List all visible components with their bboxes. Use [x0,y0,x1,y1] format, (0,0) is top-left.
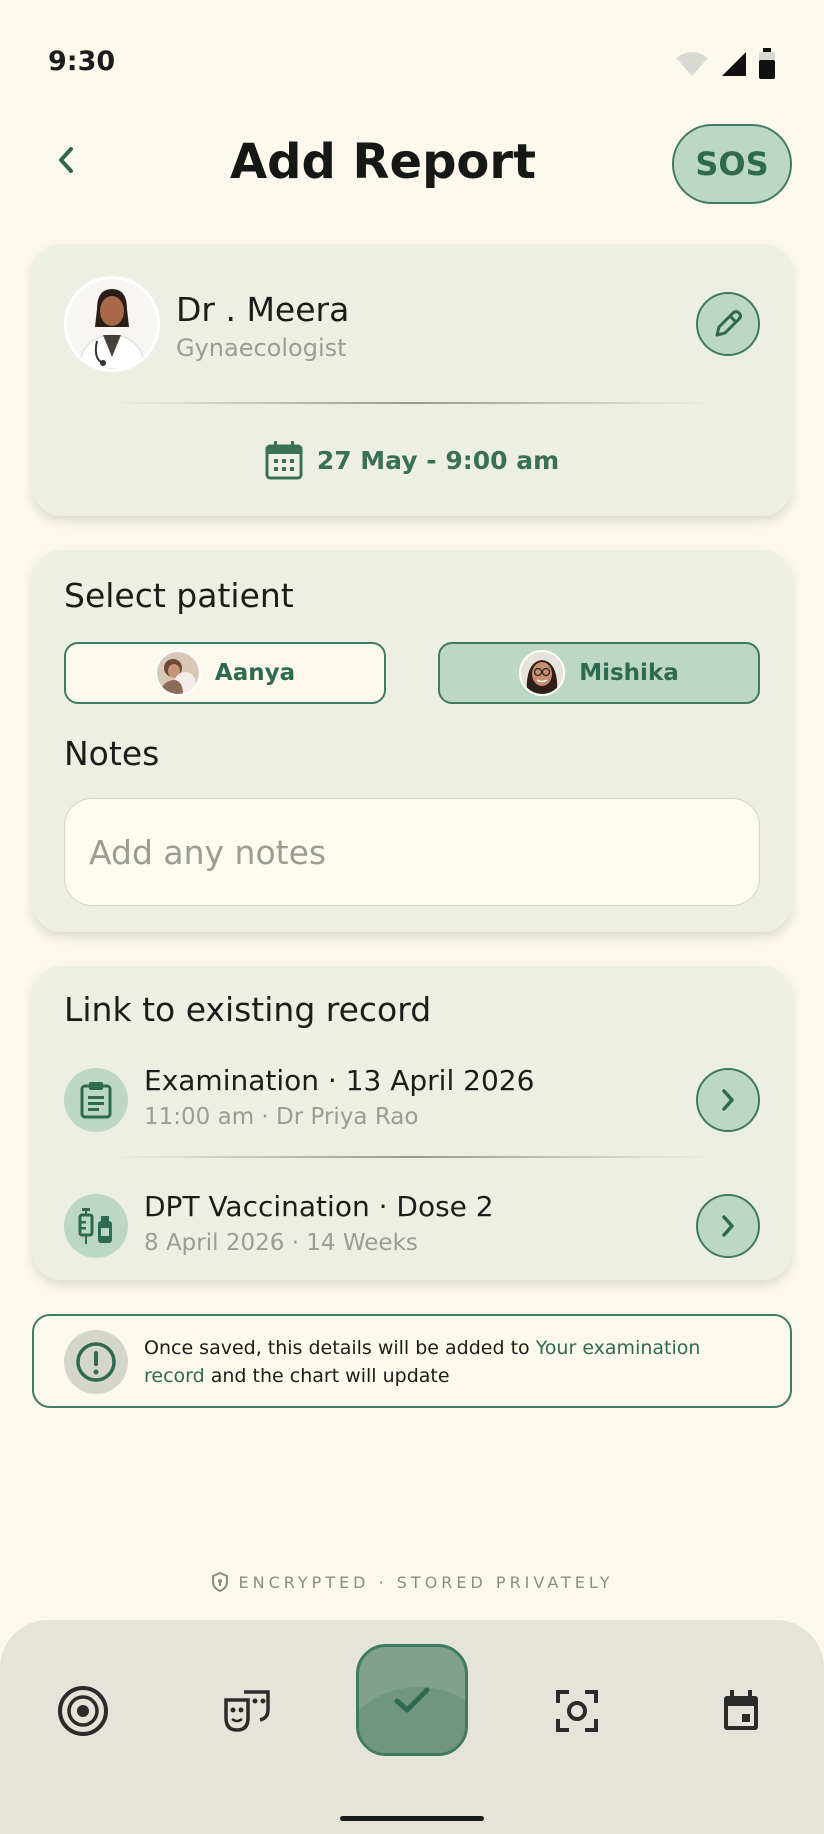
wifi-icon [676,52,708,76]
info-text: Once saved, this details will be added t… [144,1334,764,1390]
info-text-after: and the chart will update [204,1365,450,1387]
record-item-vaccination[interactable]: DPT Vaccination · Dose 2 8 April 2026 · … [32,1184,792,1270]
info-notice: Once saved, this details will be added t… [32,1314,792,1408]
edit-doctor-button[interactable] [696,292,760,356]
encryption-note: ENCRYPTED · STORED PRIVATELY [0,1572,824,1592]
nav-item-mood[interactable] [212,1676,282,1746]
record-subtitle: 8 April 2026 · 14 Weeks [144,1230,418,1256]
clipboard-icon [64,1068,128,1132]
nav-item-scan[interactable] [542,1676,612,1746]
patient-name: Mishika [579,660,679,686]
vaccine-icon [64,1194,128,1258]
link-record-card: Link to existing record Examination · 13… [32,966,792,1280]
calendar-grid-icon [265,441,303,480]
home-indicator[interactable] [340,1816,484,1821]
record-title: Examination · 13 April 2026 [144,1064,535,1097]
bottom-nav [0,1620,824,1834]
doctor-specialty: Gynaecologist [176,334,347,362]
calendar-icon [724,1690,758,1730]
record-title: DPT Vaccination · Dose 2 [144,1190,494,1223]
divider [112,402,712,404]
doctor-name: Dr . Meera [176,290,350,329]
nav-item-calendar[interactable] [706,1676,776,1746]
appointment-row: 27 May - 9:00 am [32,440,792,480]
notes-input[interactable] [64,798,760,906]
doctor-avatar [64,276,160,372]
status-icons [674,48,776,80]
nav-item-home[interactable] [48,1676,118,1746]
patient-card: Select patient Aanya Mishika Notes Add a… [32,550,792,932]
masks-icon [224,1690,270,1732]
record-subtitle: 11:00 am · Dr Priya Rao [144,1104,419,1130]
patient-option-aanya[interactable]: Aanya [64,642,386,704]
signal-icon [722,52,746,76]
chevron-right-icon [722,1215,734,1237]
pencil-icon [715,310,742,337]
select-patient-title: Select patient [64,576,294,615]
save-report-button[interactable] [356,1644,468,1756]
check-icon [394,1687,430,1713]
open-record-button[interactable] [696,1068,760,1132]
sos-button[interactable]: SOS [672,124,792,204]
link-record-title: Link to existing record [64,990,432,1029]
open-record-button[interactable] [696,1194,760,1258]
chevron-right-icon [722,1089,734,1111]
info-text-before: Once saved, this details will be added t… [144,1337,536,1359]
flower-icon [58,1686,108,1736]
avatar [154,650,201,696]
status-time: 9:30 [48,46,116,77]
patient-name: Aanya [214,660,296,686]
patient-option-mishika[interactable]: Mishika [438,642,760,704]
page-title: Add Report [229,134,537,190]
notes-title: Notes [64,734,160,773]
doctor-card: Dr . Meera Gynaecologist 27 May - 9:00 a… [32,244,792,516]
record-item-examination[interactable]: Examination · 13 April 2026 11:00 am · D… [32,1058,792,1144]
appointment-datetime: 27 May - 9:00 am [316,445,560,475]
scan-icon [556,1690,598,1732]
encryption-text: ENCRYPTED · STORED PRIVATELY [238,1572,614,1592]
battery-icon [759,48,775,79]
shield-icon [211,1572,228,1592]
divider [112,1156,712,1158]
avatar [519,650,566,696]
exclamation-icon [64,1330,128,1394]
